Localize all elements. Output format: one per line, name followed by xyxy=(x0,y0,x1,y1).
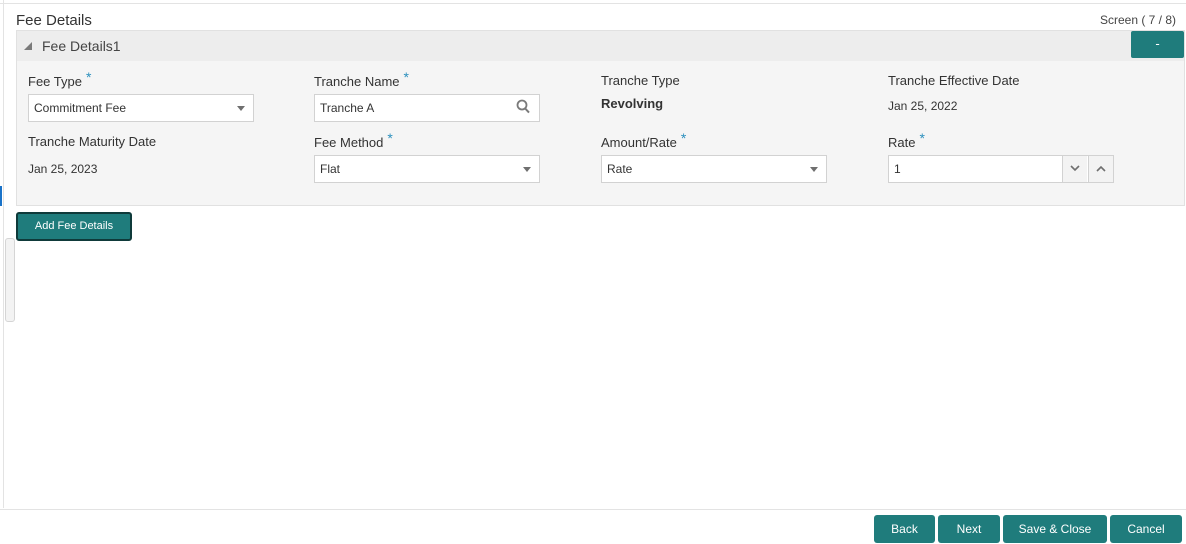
fee-method-field: Fee Method * Flat xyxy=(314,130,544,183)
left-rail-marker xyxy=(0,186,2,206)
chevron-down-icon xyxy=(523,167,531,172)
rate-field: Rate * 1 xyxy=(888,130,1118,183)
left-rail xyxy=(3,0,4,508)
fee-method-label: Fee Method * xyxy=(314,130,393,150)
tranche-type-field: Tranche Type Revolving xyxy=(601,73,831,111)
fee-method-value: Flat xyxy=(320,162,341,176)
fee-type-value: Commitment Fee xyxy=(34,101,127,115)
footer-divider xyxy=(0,509,1186,510)
tranche-maturity-date-field: Tranche Maturity Date Jan 25, 2023 xyxy=(28,134,258,176)
save-close-button[interactable]: Save & Close xyxy=(1003,515,1107,543)
fee-type-select[interactable]: Commitment Fee xyxy=(28,94,254,122)
amount-rate-field: Amount/Rate * Rate xyxy=(601,130,831,183)
remove-fee-button[interactable]: - xyxy=(1131,31,1184,58)
tranche-name-value: Tranche A xyxy=(320,101,375,115)
panel-title: Fee Details1 xyxy=(42,38,121,54)
search-icon[interactable] xyxy=(516,99,530,115)
tranche-name-field: Tranche Name * Tranche A xyxy=(314,69,544,122)
left-scroll-handle[interactable] xyxy=(5,238,15,322)
rate-label: Rate * xyxy=(888,130,925,150)
screen-counter: Screen ( 7 / 8) xyxy=(1099,13,1176,27)
tranche-effective-date-label: Tranche Effective Date xyxy=(888,73,1020,88)
fee-type-label: Fee Type * xyxy=(28,69,92,89)
chevron-down-icon xyxy=(237,106,245,111)
amount-rate-value: Rate xyxy=(607,162,633,176)
amount-rate-select[interactable]: Rate xyxy=(601,155,827,183)
collapse-triangle-icon[interactable] xyxy=(24,42,32,50)
decrement-button[interactable] xyxy=(1062,156,1087,182)
add-fee-details-button[interactable]: Add Fee Details xyxy=(16,212,132,241)
back-button[interactable]: Back xyxy=(874,515,935,543)
tranche-maturity-date-label: Tranche Maturity Date xyxy=(28,134,157,149)
cancel-button[interactable]: Cancel xyxy=(1110,515,1182,543)
next-button[interactable]: Next xyxy=(938,515,1000,543)
tranche-effective-date-value: Jan 25, 2022 xyxy=(888,99,958,113)
amount-rate-label: Amount/Rate * xyxy=(601,130,687,150)
tranche-effective-date-field: Tranche Effective Date Jan 25, 2022 xyxy=(888,73,1118,113)
tranche-name-input[interactable]: Tranche A xyxy=(314,94,540,122)
fee-details-panel: Fee Details1 - Fee Type * Commitment Fee … xyxy=(16,30,1185,206)
tranche-name-label: Tranche Name * xyxy=(314,69,409,89)
panel-header[interactable]: Fee Details1 - xyxy=(17,31,1184,61)
rate-value: 1 xyxy=(894,162,901,176)
fee-method-select[interactable]: Flat xyxy=(314,155,540,183)
tranche-maturity-date-value: Jan 25, 2023 xyxy=(28,162,98,176)
tranche-type-label: Tranche Type xyxy=(601,73,680,88)
chevron-down-icon xyxy=(1070,165,1080,172)
required-marker: * xyxy=(85,69,92,85)
required-marker: * xyxy=(403,69,409,85)
required-marker: * xyxy=(919,130,925,146)
required-marker: * xyxy=(387,130,393,146)
required-marker: * xyxy=(680,130,687,146)
tranche-type-value: Revolving xyxy=(601,96,664,111)
chevron-up-icon xyxy=(1096,165,1106,172)
top-divider xyxy=(0,3,1186,4)
page-title: Fee Details xyxy=(16,12,92,29)
increment-button[interactable] xyxy=(1088,156,1113,182)
rate-stepper[interactable]: 1 xyxy=(888,155,1114,183)
fee-type-field: Fee Type * Commitment Fee xyxy=(28,69,258,122)
chevron-down-icon xyxy=(810,167,818,172)
